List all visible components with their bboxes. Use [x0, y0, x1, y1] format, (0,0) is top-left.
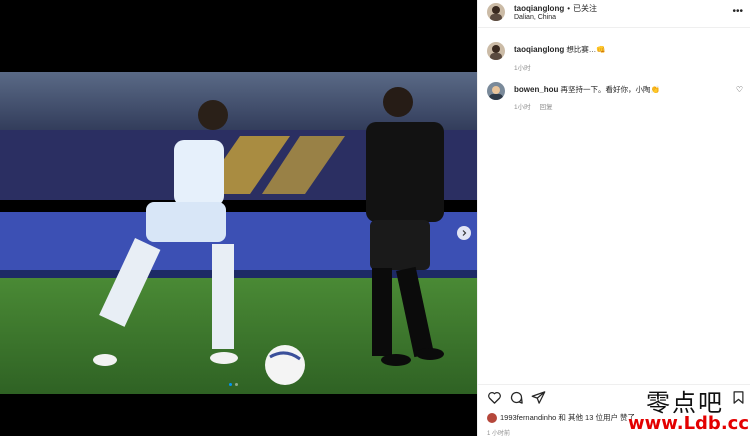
comment-time[interactable]: 1小时	[514, 65, 531, 72]
chevron-right-icon	[462, 230, 467, 236]
comment-body: 想比赛…	[566, 45, 597, 54]
comment-username[interactable]: bowen_hou	[514, 85, 558, 94]
post-location[interactable]: Dalian, China	[514, 14, 556, 21]
carousel-dot[interactable]	[229, 383, 232, 386]
post-timestamp[interactable]: 1 小时前	[487, 428, 510, 436]
avatar[interactable]	[487, 42, 505, 60]
follow-status[interactable]: 已关注	[573, 4, 597, 13]
post-sidebar: taoqianglong • 已关注 Dalian, China ••• taoqi…	[477, 0, 750, 436]
separator-dot: •	[567, 4, 571, 13]
post-header: taoqianglong • 已关注 Dalian, China •••	[478, 0, 750, 28]
carousel-dots	[229, 383, 238, 386]
comment-text: taoqianglong 想比赛…👊	[514, 44, 606, 55]
avatar	[487, 412, 497, 423]
comment-meta: 1小时 回复	[514, 101, 553, 111]
header-username[interactable]: taoqianglong	[514, 4, 564, 13]
likes-summary[interactable]: 1993fernandinho 和 其他 13 位用户 赞了	[487, 412, 635, 423]
comment-emoji: 👊	[596, 45, 606, 54]
more-icon[interactable]: •••	[732, 6, 743, 17]
post-media	[0, 0, 477, 436]
avatar[interactable]	[487, 82, 505, 100]
comment-meta: 1小时	[514, 62, 531, 72]
watermark-url: www.Ldb.cc	[628, 413, 749, 434]
comment-emoji: 👏	[650, 85, 660, 94]
heart-icon[interactable]: ♡	[736, 85, 743, 94]
avatar[interactable]	[487, 3, 505, 21]
header-line: taoqianglong • 已关注	[514, 3, 597, 14]
watermark: 零点吧 www.Ldb.cc	[624, 383, 749, 434]
comment-icon[interactable]	[509, 390, 524, 405]
share-icon[interactable]	[531, 390, 546, 405]
reply-button[interactable]: 回复	[540, 104, 553, 111]
comment-time[interactable]: 1小时	[514, 104, 531, 111]
carousel-dot[interactable]	[235, 383, 238, 386]
likes-text: 1993fernandinho 和 其他 13 位用户 赞了	[500, 413, 636, 422]
comment-text: bowen_hou 再坚持一下。看好你，小陶👏	[514, 84, 660, 95]
comment-body: 再坚持一下。看好你，小陶	[560, 85, 651, 94]
post-photo	[0, 72, 477, 394]
heart-icon[interactable]	[487, 390, 502, 405]
carousel-next-button[interactable]	[457, 226, 471, 240]
comment-username[interactable]: taoqianglong	[514, 45, 564, 54]
